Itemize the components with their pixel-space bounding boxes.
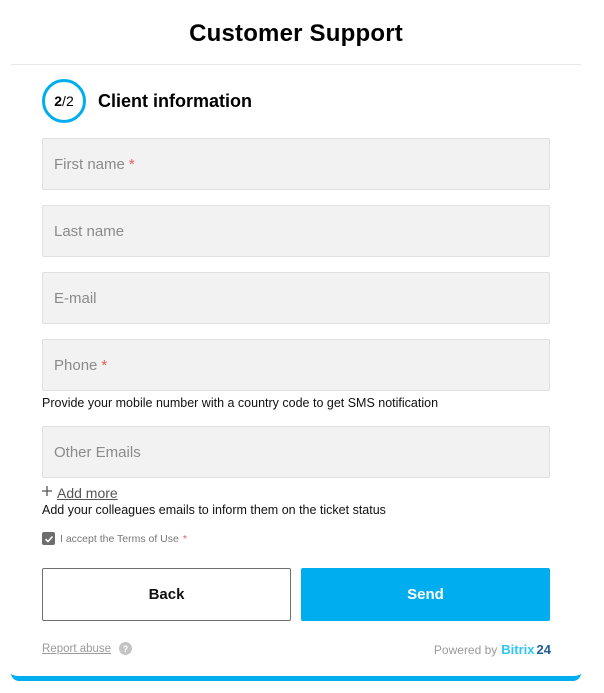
- email-placeholder: E-mail: [54, 289, 97, 307]
- report-abuse-link[interactable]: Report abuse: [42, 643, 111, 655]
- phone-required-mark: *: [101, 356, 108, 374]
- form-title: Customer Support: [189, 20, 403, 47]
- plus-icon: [41, 485, 53, 501]
- powered-by-link[interactable]: Powered by Bitrix 24: [434, 642, 551, 657]
- question-icon[interactable]: ?: [119, 642, 133, 655]
- other-emails-hint: Add your colleagues emails to inform the…: [42, 503, 386, 517]
- step-total: 2: [65, 93, 74, 109]
- phone-field[interactable]: Phone *: [42, 339, 550, 391]
- step-title: Client information: [98, 90, 252, 111]
- add-more-label: Add more: [57, 485, 118, 501]
- first-name-field[interactable]: First name *: [42, 138, 550, 190]
- terms-checkbox[interactable]: [42, 532, 55, 545]
- terms-required-mark: *: [182, 532, 187, 545]
- terms-label[interactable]: I accept the Terms of Use: [60, 533, 179, 545]
- brand-bitrix: Bitrix: [501, 642, 535, 657]
- form-header: Customer Support: [11, 0, 581, 65]
- last-name-placeholder: Last name: [54, 222, 125, 240]
- footer-left: Report abuse ?: [42, 642, 133, 655]
- phone-placeholder: Phone: [54, 356, 98, 374]
- support-form-card: Customer Support 2/2 Client information …: [11, 0, 581, 681]
- first-name-placeholder: First name: [54, 155, 125, 173]
- send-button[interactable]: Send: [301, 568, 550, 621]
- back-button[interactable]: Back: [42, 568, 291, 621]
- terms-consent: I accept the Terms of Use *: [42, 532, 187, 545]
- brand-24: 24: [536, 642, 551, 657]
- step-indicator-row: 2/2 Client information: [42, 79, 252, 123]
- first-name-required-mark: *: [128, 155, 135, 173]
- other-emails-placeholder: Other Emails: [54, 443, 141, 461]
- email-field[interactable]: E-mail: [42, 272, 550, 324]
- step-current: 2: [54, 93, 63, 109]
- last-name-field[interactable]: Last name: [42, 205, 550, 257]
- check-icon: [44, 535, 53, 543]
- step-counter: 2/2: [42, 79, 86, 123]
- other-emails-field[interactable]: Other Emails: [42, 426, 550, 478]
- phone-hint: Provide your mobile number with a countr…: [42, 396, 439, 410]
- powered-by-text: Powered by: [433, 643, 498, 657]
- add-more-link[interactable]: Add more: [41, 485, 118, 501]
